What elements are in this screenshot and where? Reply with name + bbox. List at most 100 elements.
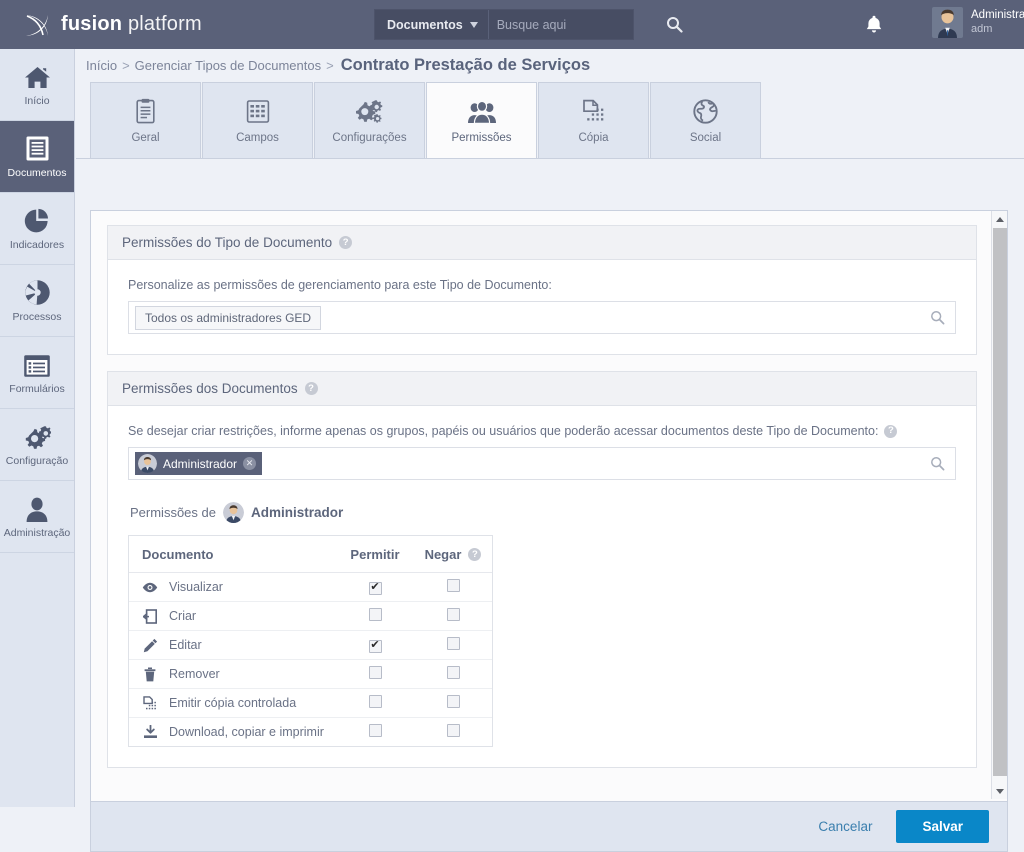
checkbox-allow-download[interactable] (368, 724, 382, 737)
tab-social[interactable]: Social (650, 82, 761, 158)
doctype-permissions-token-input[interactable]: Todos os administradores GED (128, 301, 956, 334)
checkbox-allow-editar[interactable] (368, 639, 382, 653)
cancel-button[interactable]: Cancelar (812, 818, 878, 835)
document-icon (25, 134, 50, 162)
allow-cell (336, 718, 414, 747)
chip-todos-administradores-ged[interactable]: Todos os administradores GED (135, 305, 322, 330)
scrollbar-thumb[interactable] (993, 228, 1007, 776)
tab-copia[interactable]: Cópia (538, 82, 649, 158)
deny-cell (414, 572, 492, 602)
sidebar-item-formularios[interactable]: Formulários (0, 337, 74, 409)
gears-icon (355, 98, 384, 124)
table-row: Editar (129, 630, 492, 660)
sidebar-item-label: Formulários (9, 383, 65, 395)
deny-cell (414, 601, 492, 631)
users-icon (467, 98, 497, 124)
checkbox-allow-criar[interactable] (368, 608, 382, 621)
copy-page-icon (582, 98, 605, 124)
sidebar-item-administracao[interactable]: Administração (0, 481, 74, 553)
chevron-down-icon (469, 21, 478, 28)
tab-label: Social (689, 131, 722, 144)
row-emitir-copia-controlada: Emitir cópia controlada (129, 688, 336, 718)
sidebar-item-processos[interactable]: Processos (0, 265, 74, 337)
breadcrumb-item-inicio[interactable]: Início (86, 58, 117, 73)
search-input[interactable] (488, 10, 666, 39)
trash-icon (142, 667, 158, 682)
deny-cell (414, 659, 492, 689)
checkbox-allow-emitir-copia[interactable] (368, 695, 382, 708)
tab-geral[interactable]: Geral (90, 82, 201, 158)
sidebar-item-label: Início (24, 95, 50, 107)
globe-icon (693, 98, 718, 124)
clipboard-icon (135, 98, 156, 124)
sidebar-item-label: Indicadores (9, 239, 65, 251)
column-header-documento: Documento (129, 536, 336, 573)
search-icon[interactable] (666, 10, 683, 39)
search-icon[interactable] (930, 456, 945, 476)
permissions-card: Permissões do Tipo de Documento ? Person… (90, 210, 1008, 802)
search-icon[interactable] (930, 310, 945, 330)
user-info: Administrador adm (971, 8, 1024, 36)
allow-cell (336, 572, 414, 602)
scroll-down-arrow-icon[interactable] (992, 783, 1008, 799)
help-icon[interactable]: ? (304, 382, 318, 395)
table-row: Remover (129, 659, 492, 689)
checkbox-deny-visualizar[interactable] (446, 579, 460, 592)
deny-cell (414, 718, 492, 747)
download-icon (142, 725, 158, 739)
fields-grid-icon (246, 98, 270, 124)
allow-cell (336, 630, 414, 660)
checkbox-deny-download[interactable] (446, 724, 460, 737)
deny-cell (414, 630, 492, 660)
help-icon[interactable]: ? (884, 424, 898, 438)
notification-bell-icon[interactable] (864, 14, 884, 40)
panel-body: Personalize as permissões de gerenciamen… (108, 260, 976, 354)
sidebar-item-configuracao[interactable]: Configuração (0, 409, 74, 481)
checkbox-deny-editar[interactable] (446, 637, 460, 650)
sidebar: Início Documentos Indicadores Processos … (0, 49, 75, 807)
sidebar-item-label: Administração (3, 527, 71, 539)
chip-administrador[interactable]: Administrador ✕ (135, 452, 263, 475)
checkbox-deny-emitir-copia[interactable] (446, 695, 460, 708)
scroll-up-arrow-icon[interactable] (992, 211, 1008, 227)
document-permissions-token-input[interactable]: Administrador ✕ (128, 447, 956, 480)
breadcrumb-item-gerenciar-tipos[interactable]: Gerenciar Tipos de Documentos (135, 58, 321, 73)
document-permissions-label-text: Se desejar criar restrições, informe ape… (128, 424, 879, 438)
help-icon[interactable]: ? (468, 548, 482, 561)
search-scope-selector[interactable]: Documentos (375, 10, 489, 39)
user-menu[interactable]: Administrador adm (932, 7, 1024, 38)
save-button[interactable]: Salvar (896, 810, 989, 843)
search-scope-label: Documentos (387, 17, 463, 32)
table-row: Criar (129, 601, 492, 631)
row-label: Editar (169, 638, 202, 652)
tab-label: Permissões (451, 131, 512, 144)
row-label: Emitir cópia controlada (169, 696, 297, 710)
brand-bold: fusion (61, 13, 123, 35)
tab-bar: Geral Campos Configurações Permissões Có… (76, 81, 1024, 159)
row-label: Criar (169, 609, 197, 623)
sidebar-item-documentos[interactable]: Documentos (0, 121, 74, 193)
deny-cell (414, 688, 492, 718)
tab-permissoes[interactable]: Permissões (426, 82, 537, 158)
sidebar-item-label: Documentos (7, 167, 67, 179)
sidebar-item-indicadores[interactable]: Indicadores (0, 193, 74, 265)
checkbox-deny-criar[interactable] (446, 608, 460, 621)
brand-logo-area[interactable]: fusion platform (22, 10, 202, 40)
user-name: Administrador (971, 9, 1024, 22)
row-download-copiar-imprimir: Download, copiar e imprimir (129, 718, 336, 747)
close-icon[interactable]: ✕ (243, 457, 257, 470)
tab-campos[interactable]: Campos (202, 82, 313, 158)
tab-label: Cópia (578, 131, 609, 144)
person-icon (25, 494, 49, 522)
copy-page-icon (142, 695, 158, 711)
checkbox-allow-remover[interactable] (368, 666, 382, 679)
vertical-scrollbar[interactable] (991, 211, 1007, 799)
tab-configuracoes[interactable]: Configurações (314, 82, 425, 158)
checkbox-deny-remover[interactable] (446, 666, 460, 679)
sidebar-item-inicio[interactable]: Início (0, 49, 74, 121)
row-label: Remover (169, 667, 220, 681)
help-icon[interactable]: ? (339, 236, 353, 249)
checkbox-allow-visualizar[interactable] (368, 581, 382, 595)
panel-header: Permissões dos Documentos ? (108, 372, 976, 406)
sidebar-item-label: Configuração (5, 455, 69, 467)
